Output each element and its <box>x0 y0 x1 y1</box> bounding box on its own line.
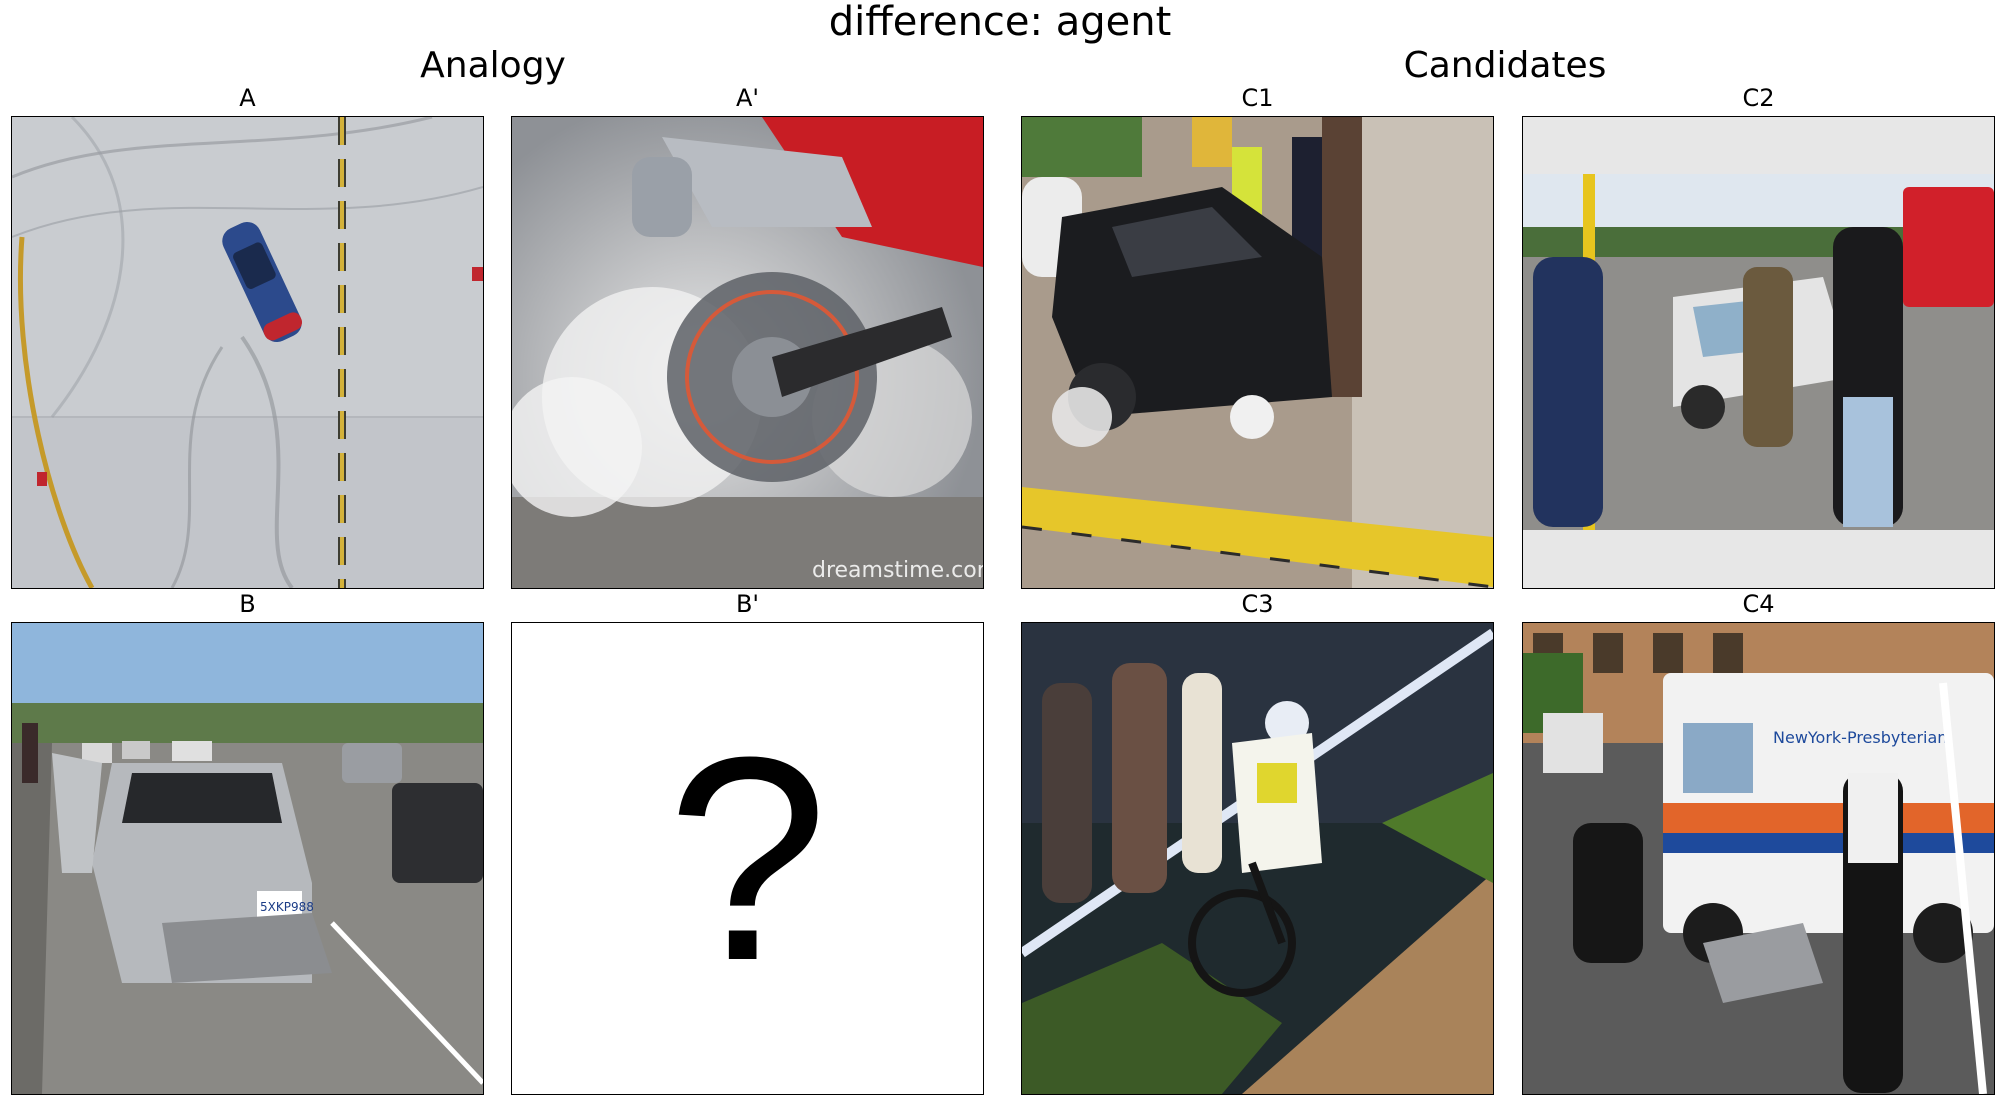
panel-a-prime-image: dreamstime.com <box>511 116 984 589</box>
crashed-car-highway-photo: 5XKP988 <box>12 623 483 1094</box>
ambulance-text: NewYork-Presbyterian <box>1773 728 1947 747</box>
panel-b-image: 5XKP988 <box>11 622 484 1095</box>
watermark-text: dreamstime.com <box>812 558 983 583</box>
panel-b-title: B <box>239 590 256 618</box>
wrecked-black-car-photo <box>1022 117 1493 588</box>
question-mark: ? <box>666 696 829 1021</box>
panel-c1-title: C1 <box>1241 84 1274 112</box>
drifting-car-aerial-photo <box>12 117 483 588</box>
panel-c2-image <box>1522 116 1995 589</box>
panel-c1-image <box>1021 116 1494 589</box>
panel-a-prime-title: A' <box>735 84 759 112</box>
panel-b-prime-query: ? <box>511 622 984 1095</box>
motorcycle-burnout-photo: dreamstime.com <box>512 117 983 588</box>
panel-a-image <box>11 116 484 589</box>
panel-c2-title: C2 <box>1742 84 1775 112</box>
license-plate-text: 5XKP988 <box>260 900 314 914</box>
panel-c4-title: C4 <box>1742 590 1775 618</box>
crash-rescue-photo <box>1523 117 1994 588</box>
analogy-group-title: Analogy <box>420 45 566 86</box>
panel-c3-image <box>1021 622 1494 1095</box>
mountain-biker-photo <box>1022 623 1493 1094</box>
ambulance-scene-photo: NewYork-Presbyterian <box>1523 623 1994 1094</box>
candidates-group-title: Candidates <box>1403 45 1607 86</box>
figure-title: difference: agent <box>828 0 1172 45</box>
panel-a-title: A <box>239 84 256 112</box>
panel-c4-image: NewYork-Presbyterian <box>1522 622 1995 1095</box>
panel-c3-title: C3 <box>1241 590 1274 618</box>
panel-b-prime-title: B' <box>735 590 760 618</box>
